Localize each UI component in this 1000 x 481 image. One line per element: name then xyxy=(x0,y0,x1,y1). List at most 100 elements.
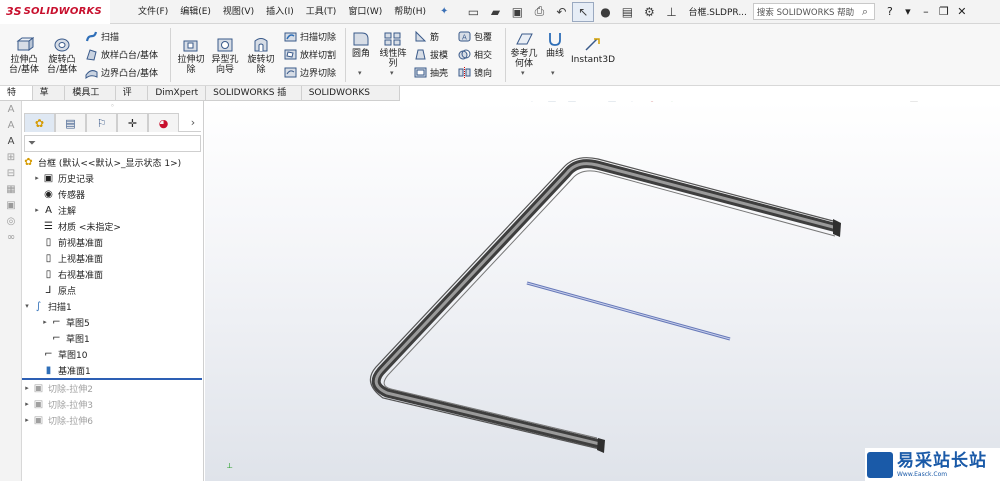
extrude-cut-button[interactable]: 拉伸切 除 xyxy=(174,36,208,75)
strip-table-icon[interactable]: ▦ xyxy=(0,181,22,197)
expand-arrow-icon[interactable]: ▸ xyxy=(32,174,42,182)
select-pointer-icon[interactable]: ↖ xyxy=(572,1,595,22)
help-question-icon[interactable]: ? xyxy=(881,5,899,18)
file-properties-icon[interactable]: ▤ xyxy=(616,2,638,22)
menu-file[interactable]: 文件(F) xyxy=(132,0,174,24)
extrude-boss-button[interactable]: 拉伸凸 台/基体 xyxy=(6,36,42,75)
tree-item-annotations[interactable]: ▸ A 注解 xyxy=(22,202,203,218)
tree-item-sketch5[interactable]: ▸ ⌐ 草图5 xyxy=(22,314,203,330)
pin-icon[interactable]: ✦ xyxy=(440,6,448,17)
user-icon[interactable]: ▾ xyxy=(899,5,917,18)
strip-symbol-icon[interactable]: ⊟ xyxy=(0,165,22,181)
tab-solidworks-addins[interactable]: SOLIDWORKS 插件 xyxy=(206,86,302,112)
lofted-cut-button[interactable]: 放样切割 xyxy=(284,46,336,62)
section-view-icon[interactable]: ◨ xyxy=(542,101,562,104)
dynamic-annotation-icon[interactable]: ◫ xyxy=(562,101,582,104)
restore-icon[interactable]: ❐ xyxy=(935,5,953,18)
fillet-dropdown-icon[interactable]: ▾ xyxy=(358,69,362,77)
menu-insert[interactable]: 插入(I) xyxy=(260,0,300,24)
ref-geometry-dropdown-icon[interactable]: ▾ xyxy=(521,69,525,77)
draft-button[interactable]: 拔模 xyxy=(414,46,448,62)
expand-arrow-icon[interactable]: ▸ xyxy=(22,416,32,424)
expand-arrow-icon[interactable]: ▸ xyxy=(22,400,32,408)
tab-sketch[interactable]: 草图 xyxy=(32,86,66,112)
close-icon[interactable]: ✕ xyxy=(953,5,971,18)
hole-wizard-button[interactable]: 异型孔 向导 xyxy=(208,36,242,75)
fillet-button[interactable]: 圆角 xyxy=(348,30,374,59)
feature-tree-tab-icon[interactable]: ✿ xyxy=(24,113,55,132)
tree-item-cut-extrude6[interactable]: ▸ ▣ 切除-拉伸6 xyxy=(22,412,203,428)
sweep-button[interactable]: 扫描 xyxy=(85,28,119,44)
zoom-to-area-icon[interactable]: ⊕ xyxy=(502,101,522,104)
strip-balloon-icon[interactable]: ◎ xyxy=(0,213,22,229)
mirror-button[interactable]: 镜向 xyxy=(458,64,492,80)
menu-window[interactable]: 窗口(W) xyxy=(342,0,388,24)
apply-scene-icon[interactable]: ◓ xyxy=(662,101,682,104)
revolve-boss-button[interactable]: 旋转凸 台/基体 xyxy=(44,36,80,75)
panel-grip-icon[interactable]: ◦ xyxy=(22,101,203,113)
viewport-toggle-panel-icon[interactable]: ◫ xyxy=(904,101,924,103)
tree-item-history[interactable]: ▸ ▣ 历史记录 xyxy=(22,170,203,186)
viewport-minimize-icon[interactable]: – xyxy=(924,101,944,103)
tree-item-sensors[interactable]: ◉ 传感器 xyxy=(22,186,203,202)
strip-text-icon[interactable]: A xyxy=(0,133,22,149)
display-manager-tab-icon[interactable]: ◕ xyxy=(148,113,179,132)
tree-item-sketch1[interactable]: ⌐ 草图1 xyxy=(22,330,203,346)
expand-arrow-icon[interactable]: ▸ xyxy=(22,384,32,392)
tree-item-origin[interactable]: ⅃ 原点 xyxy=(22,282,203,298)
new-document-icon[interactable]: ▭ xyxy=(462,2,484,22)
more-tabs-chevron-icon[interactable]: › xyxy=(185,113,201,132)
loft-boss-button[interactable]: 放样凸台/基体 xyxy=(85,46,158,62)
tree-item-sweep1[interactable]: ▾ ∫ 扫描1 xyxy=(22,298,203,314)
tree-filter-input[interactable]: ⏷ xyxy=(24,135,201,152)
boundary-cut-button[interactable]: 边界切除 xyxy=(284,64,336,80)
strip-dimension-icon[interactable]: ⊞ xyxy=(0,149,22,165)
save-icon[interactable]: ▣ xyxy=(506,2,528,22)
graphics-viewport[interactable]: ⌕ ⊕ ◐ ◨ ◫ ❒ ◧ ◉ ◕ ◓ ▭ ◫ – ❐ ✕ ⟂ xyxy=(205,101,1000,481)
help-search-box[interactable]: 搜索 SOLIDWORKS 帮助 ⌕ xyxy=(752,3,875,20)
configuration-manager-tab-icon[interactable]: ⚐ xyxy=(86,113,117,132)
tab-evaluate[interactable]: 评估 xyxy=(115,86,149,112)
strip-note-icon[interactable]: A xyxy=(0,117,22,133)
options-gear-icon[interactable]: ⚙ xyxy=(638,2,660,22)
menu-edit[interactable]: 编辑(E) xyxy=(174,0,217,24)
tree-item-material[interactable]: ☰ 材质 <未指定> xyxy=(22,218,203,234)
pin-document-icon[interactable]: ⊥ xyxy=(660,2,682,22)
minimize-icon[interactable]: – xyxy=(917,5,935,18)
tree-root-part[interactable]: ✿ 台框 (默认<<默认>_显示状态 1>) xyxy=(22,154,203,170)
rib-button[interactable]: 筋 xyxy=(414,28,439,44)
edit-appearance-icon[interactable]: ◕ xyxy=(642,101,662,104)
pattern-dropdown-icon[interactable]: ▾ xyxy=(390,69,394,77)
tree-item-plane1[interactable]: ▮ 基准面1 xyxy=(22,362,203,378)
view-settings-icon[interactable]: ▭ xyxy=(682,101,702,104)
undo-icon[interactable]: ↶ xyxy=(550,2,572,22)
print-icon[interactable]: ⎙ xyxy=(528,2,550,22)
tab-mold-tools[interactable]: 模具工具 xyxy=(65,86,116,112)
viewport-close-icon[interactable]: ✕ xyxy=(964,101,984,103)
intersect-button[interactable]: 相交 xyxy=(458,46,492,62)
shell-button[interactable]: 抽壳 xyxy=(414,64,448,80)
hide-show-items-icon[interactable]: ◉ xyxy=(622,101,642,104)
strip-link-icon[interactable]: ∞ xyxy=(0,229,22,245)
search-icon[interactable]: ⌕ xyxy=(856,5,874,19)
menu-help[interactable]: 帮助(H) xyxy=(388,0,432,24)
expand-arrow-icon[interactable]: ▸ xyxy=(32,206,42,214)
previous-view-icon[interactable]: ◐ xyxy=(522,101,542,104)
collapse-arrow-icon[interactable]: ▾ xyxy=(22,302,32,310)
rebuild-traffic-light-icon[interactable]: ● xyxy=(594,2,616,22)
linear-pattern-button[interactable]: 线性阵 列 xyxy=(376,30,410,69)
tree-item-cut-extrude2[interactable]: ▸ ▣ 切除-拉伸2 xyxy=(22,380,203,396)
tab-features[interactable]: 特征 xyxy=(0,86,33,112)
solidworks-logo[interactable]: 3S SOLIDWORKS xyxy=(0,0,110,24)
tree-item-right-plane[interactable]: ▯ 右视基准面 xyxy=(22,266,203,282)
strip-block-icon[interactable]: ▣ xyxy=(0,197,22,213)
tab-dimxpert[interactable]: DimXpert xyxy=(148,86,207,100)
curves-button[interactable]: 曲线 xyxy=(542,30,568,59)
view-orientation-icon[interactable]: ❒ xyxy=(582,101,602,104)
zoom-to-fit-icon[interactable]: ⌕ xyxy=(482,101,502,104)
swept-cut-button[interactable]: 扫描切除 xyxy=(284,28,336,44)
reference-geometry-button[interactable]: 参考几 何体 xyxy=(508,30,540,69)
instant3d-button[interactable]: Instant3D xyxy=(571,36,615,65)
strip-annotation-icon[interactable]: A xyxy=(0,101,22,117)
tree-item-cut-extrude3[interactable]: ▸ ▣ 切除-拉伸3 xyxy=(22,396,203,412)
